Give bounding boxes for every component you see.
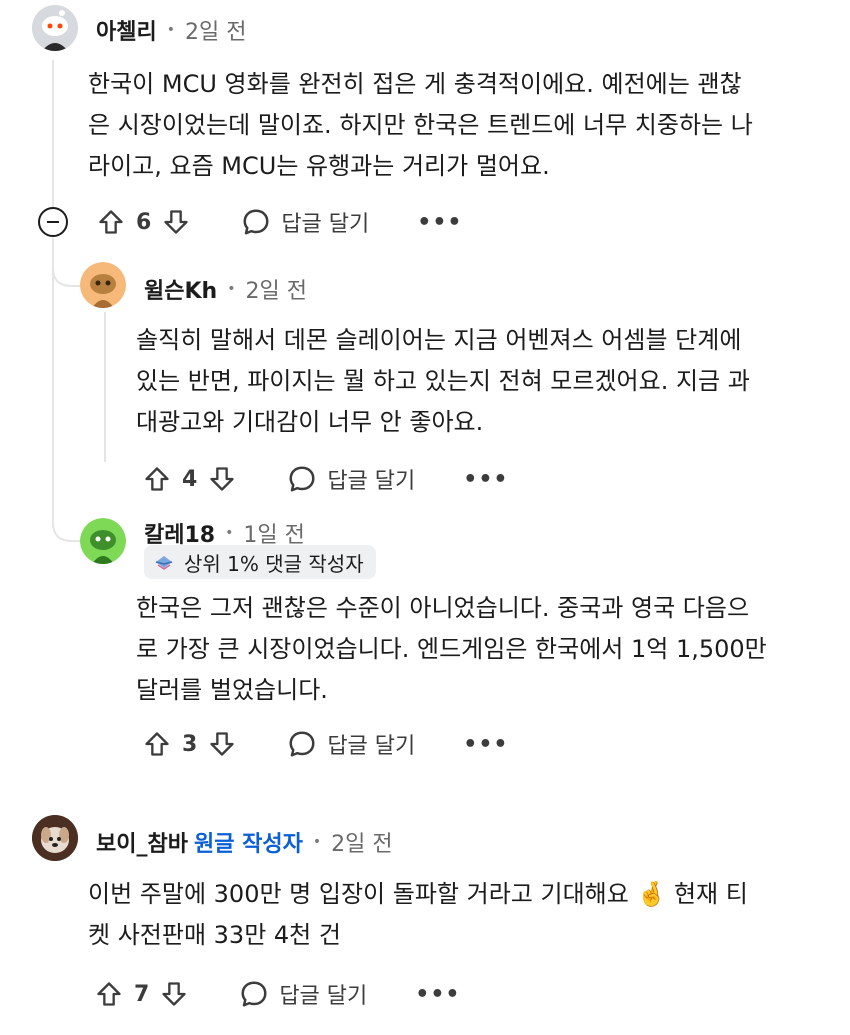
vote-count: 4	[182, 466, 198, 492]
comment-icon	[241, 981, 267, 1007]
avatar[interactable]	[32, 815, 78, 861]
trophy-icon	[155, 556, 173, 570]
more-options-button[interactable]: •••	[417, 210, 462, 235]
upvote-icon[interactable]	[92, 977, 126, 1011]
timestamp: 2일 전	[245, 279, 307, 304]
timestamp: 2일 전	[185, 20, 247, 45]
vote-count: 3	[182, 731, 198, 757]
downvote-icon[interactable]	[205, 727, 239, 761]
upvote-icon[interactable]	[94, 205, 128, 239]
thread-line-main	[52, 60, 54, 208]
comment-line: 있는 반면, 파이지는 뭘 하고 있는지 전혀 모르겠어요. 지금 과	[136, 367, 750, 395]
reply-label: 답글 달기	[327, 734, 416, 759]
timestamp: 2일 전	[331, 832, 393, 857]
comment-line: 은 시장이었는데 말이죠. 하지만 한국은 트렌드에 너무 치중하는 나	[88, 111, 753, 139]
comment-line: 대광고와 기대감이 너무 안 좋아요.	[136, 408, 484, 436]
comment-body: 한국은 그저 괜찮은 수준이 아니었습니다. 중국과 영국 다음으 로 가장 큰…	[136, 588, 826, 711]
comment-line: 로 가장 큰 시장이었습니다. 엔드게임은 한국에서 1억 1,500만	[136, 635, 767, 663]
avatar[interactable]	[80, 518, 126, 564]
reply-button[interactable]: 답글 달기	[287, 728, 415, 760]
comment-line: 이번 주말에 300만 명 입장이 돌파할 거라고 기대해요 🤞 현재 티	[88, 880, 748, 908]
comment-meta: 보이_참바 원글 작성자 • 2일 전	[96, 826, 393, 858]
comment-actions: 3 답글 달기 •••	[140, 724, 508, 764]
comment-actions: 4 답글 달기 •••	[140, 459, 508, 499]
thread-line-sub	[104, 312, 106, 462]
comment-meta: 윌슨Kh • 2일 전	[144, 273, 307, 305]
more-options-button[interactable]: •••	[415, 982, 460, 1007]
upvote-icon[interactable]	[140, 462, 174, 496]
comment-icon	[289, 731, 315, 757]
upvote-icon[interactable]	[140, 727, 174, 761]
comment-icon	[243, 209, 269, 235]
comment-line: 솔직히 말해서 데몬 슬레이어는 지금 어벤져스 어셈블 단계에	[136, 326, 742, 354]
reply-label: 답글 달기	[279, 984, 368, 1009]
comment-body: 솔직히 말해서 데몬 슬레이어는 지금 어벤져스 어셈블 단계에 있는 반면, …	[136, 320, 826, 443]
downvote-icon[interactable]	[159, 205, 193, 239]
downvote-icon[interactable]	[157, 977, 191, 1011]
separator-dot: •	[166, 22, 175, 38]
separator-dot: •	[225, 525, 234, 541]
downvote-icon[interactable]	[205, 462, 239, 496]
separator-dot: •	[227, 281, 236, 297]
comment-line: 한국은 그저 괜찮은 수준이 아니었습니다. 중국과 영국 다음으	[136, 594, 750, 622]
reply-label: 답글 달기	[327, 469, 416, 494]
avatar[interactable]	[32, 5, 78, 51]
comment-actions: 6 답글 달기 •••	[94, 202, 462, 242]
comment-meta: 아첼리 • 2일 전	[96, 14, 246, 46]
vote-count: 6	[136, 209, 152, 235]
comment-line: 한국이 MCU 영화를 완전히 접은 게 충격적이에요. 예전에는 괜찮	[88, 70, 742, 98]
comment-actions: 7 답글 달기 •••	[92, 974, 460, 1014]
reply-label: 답글 달기	[281, 212, 370, 237]
achievement-badge[interactable]: 상위 1% 댓글 작성자	[144, 545, 376, 579]
comment-line: 켓 사전판매 33만 4천 건	[88, 921, 341, 949]
comment-icon	[289, 466, 315, 492]
reply-button[interactable]: 답글 달기	[287, 463, 415, 495]
author-name[interactable]: 보이_참바	[96, 826, 188, 858]
author-name[interactable]: 아첼리	[96, 14, 157, 46]
reply-button[interactable]: 답글 달기	[239, 978, 367, 1010]
op-label: 원글 작성자	[193, 832, 303, 857]
comment-body: 한국이 MCU 영화를 완전히 접은 게 충격적이에요. 예전에는 괜찮 은 시…	[88, 64, 828, 187]
separator-dot: •	[312, 834, 322, 850]
avatar[interactable]	[80, 262, 126, 308]
author-name[interactable]: 윌슨Kh	[144, 273, 217, 305]
reply-button[interactable]: 답글 달기	[241, 206, 369, 238]
more-options-button[interactable]: •••	[463, 732, 508, 757]
vote-count: 7	[134, 981, 150, 1007]
collapse-thread-button[interactable]	[38, 207, 68, 237]
comment-line: 달러를 벌었습니다.	[136, 676, 328, 704]
more-options-button[interactable]: •••	[463, 467, 508, 492]
badge-label: 상위 1% 댓글 작성자	[184, 551, 364, 576]
comment-body: 이번 주말에 300만 명 입장이 돌파할 거라고 기대해요 🤞 현재 티 켓 …	[88, 874, 828, 956]
comment-line: 라이고, 요즘 MCU는 유행과는 거리가 멀어요.	[88, 152, 550, 180]
